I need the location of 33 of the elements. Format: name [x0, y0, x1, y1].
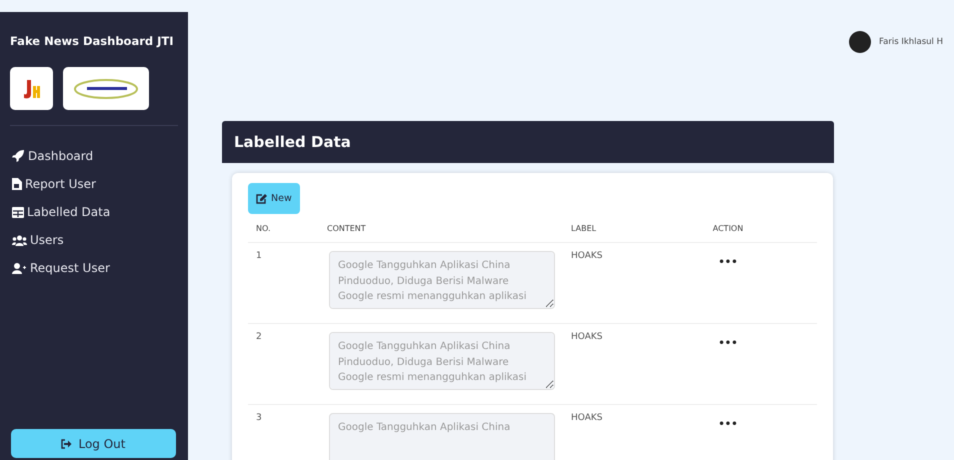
logout-button[interactable]: Log Out: [11, 429, 176, 458]
logout-icon: [61, 438, 72, 448]
table-icon: [12, 206, 24, 218]
users-icon: [12, 234, 27, 246]
logo: [73, 78, 139, 100]
sidebar-title: Fake News Dashboard JTI: [10, 34, 175, 48]
rocket-icon: [12, 150, 25, 162]
page-title: Labelled Data: [222, 121, 834, 163]
nav-item[interactable]: Users: [10, 230, 178, 250]
nav-item[interactable]: Dashboard: [10, 146, 178, 166]
column-header: NO.: [248, 214, 319, 242]
column-header: LABEL: [563, 214, 639, 242]
action-menu[interactable]: •••: [718, 338, 738, 349]
edit-icon: [256, 194, 267, 204]
column-header: ACTION: [639, 214, 817, 242]
action-menu[interactable]: •••: [718, 257, 738, 268]
avatar: [849, 31, 872, 53]
nav-item[interactable]: Request User: [10, 258, 178, 278]
label-cell: HOAKS: [563, 404, 639, 460]
row-number: 3: [248, 404, 319, 460]
row-number: 1: [248, 242, 319, 324]
label-cell: HOAKS: [563, 242, 639, 324]
label-cell: HOAKS: [563, 324, 639, 404]
row-number: 2: [248, 324, 319, 404]
column-header: CONTENT: [319, 214, 563, 242]
action-menu[interactable]: •••: [718, 419, 738, 430]
user-name: Faris Ikhlasul H: [879, 37, 943, 47]
logo: [22, 78, 42, 100]
add-user-icon: [12, 262, 27, 274]
nav-item[interactable]: Report User: [10, 174, 178, 194]
document-icon: [12, 178, 22, 190]
nav-item[interactable]: Labelled Data: [10, 202, 178, 222]
new-button[interactable]: New: [248, 183, 300, 214]
